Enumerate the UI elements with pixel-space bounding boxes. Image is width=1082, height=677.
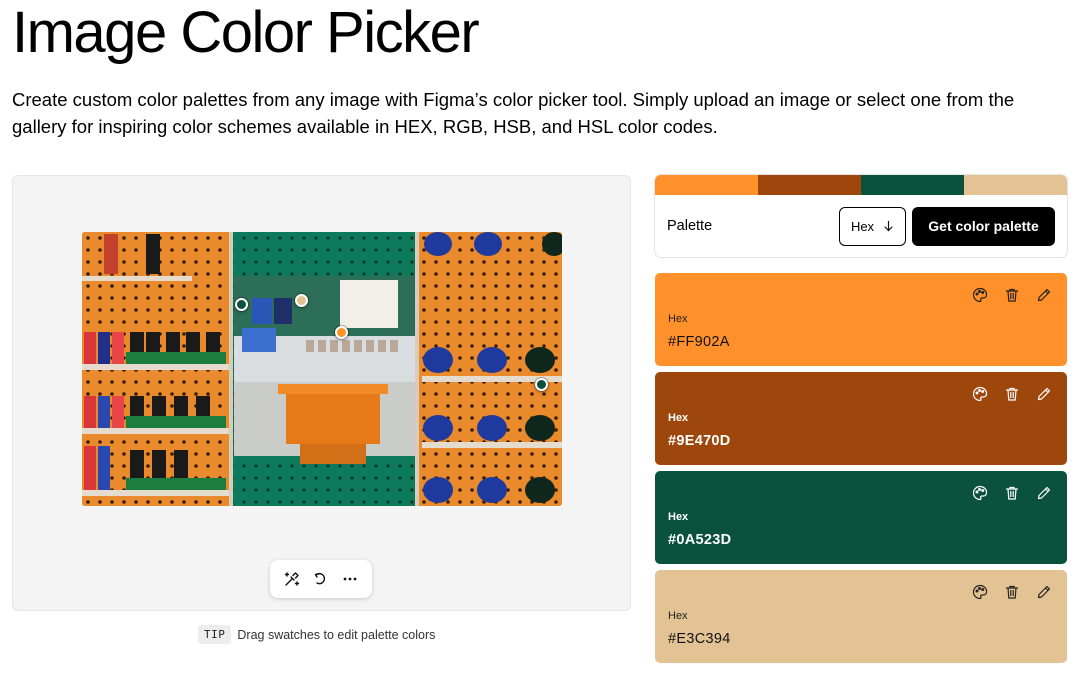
strip-swatch-2[interactable] [758, 175, 861, 195]
tip-row: TIP Drag swatches to edit palette colors [198, 625, 435, 644]
palette-icon[interactable] [971, 484, 989, 502]
image-picker-panel [12, 175, 631, 611]
color-format-label: Hex [668, 511, 689, 523]
color-format-label: Hex [668, 610, 688, 622]
source-image[interactable] [82, 232, 562, 506]
strip-swatch-3[interactable] [861, 175, 964, 195]
color-hex-value[interactable]: #0A523D [668, 532, 731, 548]
more-icon[interactable] [337, 566, 363, 592]
palette-icon[interactable] [971, 385, 989, 403]
color-format-label: Hex [668, 412, 689, 424]
store-photo-illustration [82, 232, 562, 506]
page-title: Image Color Picker [12, 0, 480, 65]
image-toolbar [270, 560, 372, 598]
color-hex-value[interactable]: #9E470D [668, 433, 731, 449]
swatch-handle-3[interactable] [335, 326, 348, 339]
arrow-down-icon [884, 220, 893, 232]
trash-icon[interactable] [1003, 484, 1021, 502]
color-card-4: Hex #E3C394 [655, 570, 1067, 663]
palette-color-strip [655, 175, 1067, 195]
swatch-handle-2[interactable] [295, 294, 308, 307]
edit-icon[interactable] [1035, 484, 1053, 502]
tip-badge: TIP [198, 625, 232, 644]
palette-icon[interactable] [971, 583, 989, 601]
edit-icon[interactable] [1035, 286, 1053, 304]
color-card-1: Hex #FF902A [655, 273, 1067, 366]
page-description: Create custom color palettes from any im… [12, 89, 1015, 137]
tip-text: Drag swatches to edit palette colors [237, 627, 436, 642]
eyedropper-sparkle-icon[interactable] [279, 566, 305, 592]
trash-icon[interactable] [1003, 286, 1021, 304]
palette-label: Palette [667, 218, 713, 234]
undo-icon[interactable] [308, 566, 334, 592]
color-hex-value[interactable]: #E3C394 [668, 631, 731, 647]
color-card-3: Hex #0A523D [655, 471, 1067, 564]
color-format-label: Hex [668, 313, 688, 325]
strip-swatch-4[interactable] [964, 175, 1067, 195]
strip-swatch-1[interactable] [655, 175, 758, 195]
edit-icon[interactable] [1035, 385, 1053, 403]
swatch-handle-4[interactable] [535, 378, 548, 391]
format-select-value: Hex [850, 218, 875, 234]
swatch-handle-1[interactable] [235, 298, 248, 311]
get-color-palette-button[interactable]: Get color palette [912, 206, 1055, 246]
color-hex-value[interactable]: #FF902A [668, 334, 730, 350]
edit-icon[interactable] [1035, 583, 1053, 601]
trash-icon[interactable] [1003, 583, 1021, 601]
trash-icon[interactable] [1003, 385, 1021, 403]
format-select[interactable]: Hex [839, 206, 906, 246]
color-card-2: Hex #9E470D [655, 372, 1067, 465]
palette-header-card: Palette Hex Get color palette [655, 175, 1067, 257]
palette-icon[interactable] [971, 286, 989, 304]
